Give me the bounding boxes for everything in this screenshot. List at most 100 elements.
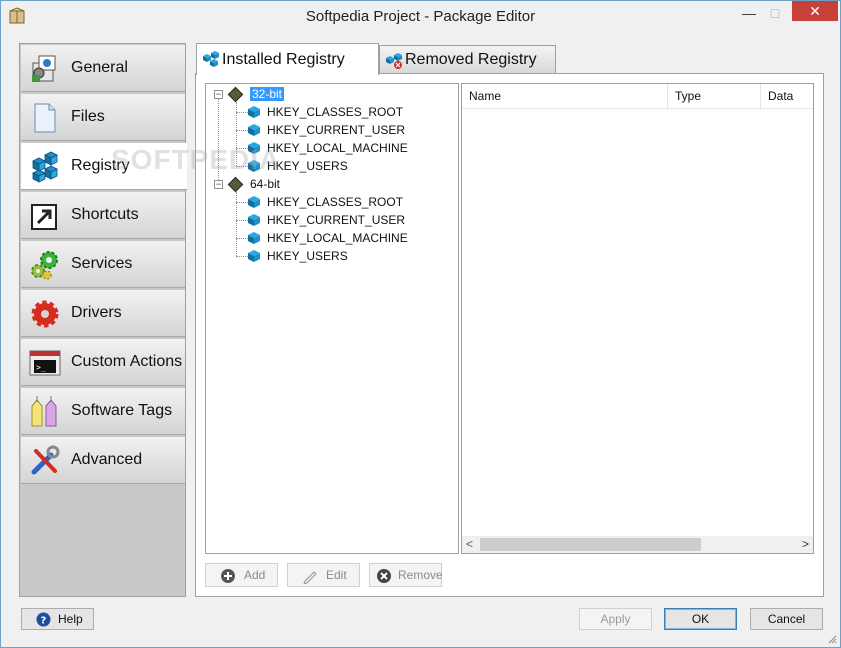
column-header-name[interactable]: Name [462, 84, 668, 109]
sidebar-item-custom-actions[interactable]: >_ Custom Actions [21, 339, 185, 386]
registry-key-icon [248, 160, 260, 172]
tree-connector [236, 130, 248, 131]
registry-key-icon [248, 196, 260, 208]
tree-connector [236, 238, 248, 239]
package-editor-window: Softpedia Project - Package Editor — □ ✕… [0, 0, 841, 648]
tree-node-label: HKEY_USERS [267, 159, 348, 173]
tree-node-key[interactable]: HKEY_CLASSES_ROOT [248, 193, 403, 211]
package-icon [32, 55, 56, 82]
registry-key-icon [248, 250, 260, 262]
sidebar-item-label: Custom Actions [71, 353, 183, 370]
tree-connector [218, 94, 219, 184]
tree-node-label: HKEY_LOCAL_MACHINE [267, 141, 408, 155]
tree-node-label: HKEY_CURRENT_USER [267, 123, 406, 137]
sidebar-item-advanced[interactable]: Advanced [21, 437, 185, 484]
horizontal-scrollbar[interactable]: < > [462, 536, 813, 553]
shortcut-arrow-icon [31, 204, 57, 230]
sidebar: General Files Registry Shortcuts Service… [19, 43, 187, 597]
tree-node-key[interactable]: HKEY_CURRENT_USER [248, 121, 405, 139]
tree-node-key[interactable]: HKEY_USERS [248, 247, 348, 265]
registry-view-icon [227, 176, 244, 192]
help-button-label: Help [58, 612, 83, 626]
remove-button-label: Remove [398, 568, 443, 582]
registry-key-icon [248, 106, 260, 118]
tree-node-label: 64-bit [250, 177, 281, 191]
tree-node-32bit[interactable]: 32-bit [227, 85, 285, 103]
help-button[interactable]: ? Help [21, 608, 94, 630]
sidebar-item-drivers[interactable]: Drivers [21, 290, 185, 337]
svg-text:?: ? [41, 616, 47, 627]
tab-label: Installed Registry [222, 50, 345, 68]
scroll-left-arrow-icon[interactable]: < [466, 537, 473, 551]
registry-cubes-icon [203, 51, 219, 67]
tree-node-label: HKEY_CLASSES_ROOT [267, 105, 404, 119]
registry-key-icon [248, 124, 260, 136]
sidebar-item-label: Services [71, 255, 133, 272]
sidebar-item-software-tags[interactable]: Software Tags [21, 388, 185, 435]
tab-removed-registry[interactable]: Removed Registry [379, 45, 556, 74]
sidebar-item-general[interactable]: General [21, 45, 185, 92]
tree-node-key[interactable]: HKEY_USERS [248, 157, 348, 175]
collapse-toggle[interactable]: − [214, 90, 223, 99]
tree-connector [236, 112, 248, 113]
console-icon: >_ [29, 350, 61, 376]
add-button[interactable]: Add [205, 563, 278, 587]
tree-connector [236, 166, 248, 167]
sidebar-item-label: Software Tags [71, 402, 173, 419]
sidebar-item-label: Shortcuts [71, 206, 139, 223]
tree-node-label: 32-bit [250, 87, 285, 101]
apply-button[interactable]: Apply [579, 608, 652, 630]
registry-removed-icon [386, 53, 402, 69]
tree-node-key[interactable]: HKEY_LOCAL_MACHINE [248, 139, 408, 157]
sidebar-item-shortcuts[interactable]: Shortcuts [21, 192, 185, 239]
tree-node-key[interactable]: HKEY_CLASSES_ROOT [248, 103, 403, 121]
scrollbar-thumb[interactable] [480, 538, 701, 551]
registry-key-icon [248, 142, 260, 154]
scroll-right-arrow-icon[interactable]: > [802, 537, 809, 551]
edit-button-label: Edit [326, 568, 347, 582]
minimize-button[interactable]: — [739, 5, 759, 23]
cancel-button[interactable]: Cancel [750, 608, 823, 630]
resize-grip-icon[interactable] [827, 634, 837, 644]
tree-node-key[interactable]: HKEY_CURRENT_USER [248, 211, 405, 229]
title-bar[interactable]: Softpedia Project - Package Editor — □ ✕ [1, 1, 840, 31]
registry-view-icon [227, 86, 244, 102]
tree-node-64bit[interactable]: 64-bit [227, 175, 281, 193]
column-header-data[interactable]: Data [761, 84, 813, 109]
registry-cubes-icon [32, 151, 58, 183]
tools-icon [31, 445, 60, 475]
window-title: Softpedia Project - Package Editor [305, 8, 536, 25]
tree-node-label: HKEY_CLASSES_ROOT [267, 195, 404, 209]
pencil-icon [303, 571, 317, 584]
sidebar-item-label: General [71, 59, 128, 76]
tree-connector [236, 256, 248, 257]
sidebar-item-files[interactable]: Files [21, 94, 185, 141]
gears-icon [31, 251, 58, 280]
svg-text:>_: >_ [36, 363, 46, 372]
ok-button[interactable]: OK [664, 608, 737, 630]
close-button[interactable]: ✕ [792, 1, 838, 21]
registry-key-icon [248, 232, 260, 244]
column-header-type[interactable]: Type [668, 84, 761, 109]
sidebar-item-label: Files [71, 108, 105, 125]
tree-connector [236, 202, 248, 203]
maximize-button[interactable]: □ [765, 5, 785, 23]
tree-node-label: HKEY_USERS [267, 249, 348, 263]
remove-icon [377, 569, 391, 583]
tab-label: Removed Registry [405, 51, 537, 68]
edit-button[interactable]: Edit [287, 563, 360, 587]
sidebar-item-label: Drivers [71, 304, 122, 321]
remove-button[interactable]: Remove [369, 563, 443, 587]
registry-tree[interactable]: − 32-bit HKEY_CLASSES_ROOT HKEY_CURRENT_… [205, 83, 459, 554]
sidebar-item-services[interactable]: Services [21, 241, 185, 288]
tree-node-key[interactable]: HKEY_LOCAL_MACHINE [248, 229, 408, 247]
registry-values-list[interactable]: Name Type Data < > [461, 83, 814, 554]
tab-installed-registry[interactable]: Installed Registry [196, 43, 379, 75]
tags-icon [31, 396, 57, 427]
collapse-toggle[interactable]: − [214, 180, 223, 189]
sidebar-item-registry[interactable]: Registry [21, 143, 187, 190]
tree-connector [236, 148, 248, 149]
tree-connector [236, 220, 248, 221]
red-gear-icon [31, 300, 59, 328]
add-button-label: Add [244, 568, 266, 582]
